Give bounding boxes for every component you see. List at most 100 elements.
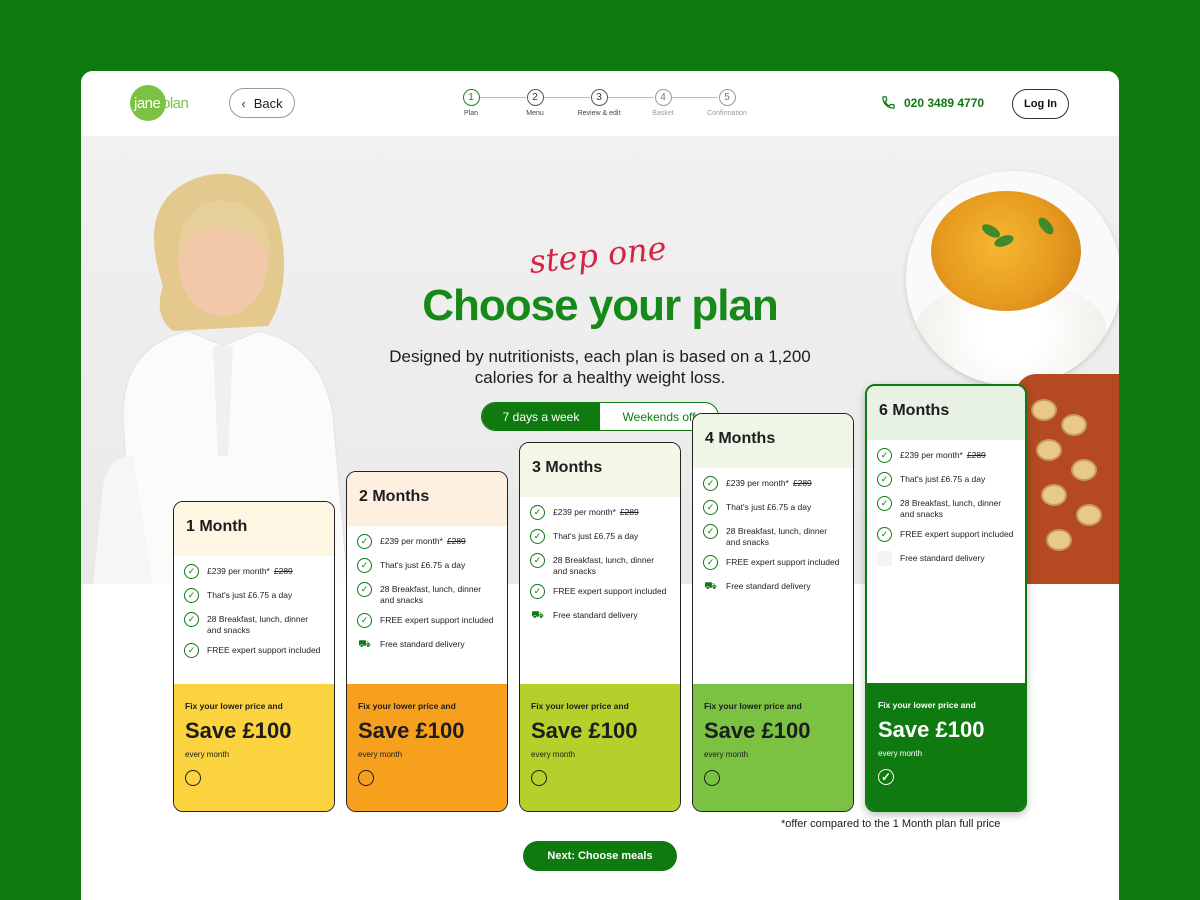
plan-radio[interactable]	[185, 770, 201, 786]
plan-radio-selected[interactable]: ✓	[878, 769, 894, 785]
feature-text: That's just £6.75 a day	[380, 558, 465, 571]
back-button[interactable]: ‹ Back	[229, 88, 295, 118]
offer-lead: Fix your lower price and	[704, 701, 802, 711]
check-circle-icon: ✓	[530, 553, 545, 568]
delivery-truck-icon: ⛟	[358, 639, 371, 650]
cauliflower-shape	[1061, 414, 1087, 436]
offer-panel: Fix your lower price and Save £100 every m…	[867, 683, 1025, 810]
plan-radio[interactable]	[358, 770, 374, 786]
feature-label: 28 Breakfast, lunch, dinner and snacks	[726, 526, 828, 547]
feature-item: Free standard delivery	[877, 551, 1015, 568]
offer-lead: Fix your lower price and	[358, 701, 456, 711]
offer-frequency: every month	[185, 750, 230, 759]
plan-features: ✓ £239 per month* £289 ✓ That's just £6.75 a…	[520, 497, 680, 625]
feature-label: 28 Breakfast, lunch, dinner and snacks	[380, 584, 482, 605]
offer-lead: Fix your lower price and	[185, 701, 283, 711]
plan-card[interactable]: 3 Months ✓ £239 per month* £289 ✓ That's just…	[519, 442, 681, 812]
page-title: Choose your plan	[422, 281, 779, 330]
feature-item: ✓ 28 Breakfast, lunch, dinner and snacks	[184, 612, 324, 636]
feature-label: Free standard delivery	[900, 553, 985, 563]
page-subtitle: Designed by nutritionists, each plan is …	[389, 347, 811, 387]
feature-label: FREE expert support included	[553, 586, 667, 596]
offer-save-amount: Save £100	[531, 718, 638, 743]
check-circle-icon: ✓	[877, 472, 892, 487]
plan-card[interactable]: 2 Months ✓ £239 per month* £289 ✓ That's just…	[346, 471, 508, 812]
plan-radio[interactable]	[531, 770, 547, 786]
check-circle-icon: ✓	[184, 612, 199, 627]
feature-label: That's just £6.75 a day	[726, 502, 812, 512]
offer-footnote: *offer compared to the 1 Month plan full…	[781, 818, 1001, 830]
offer-save-amount: Save £100	[704, 718, 811, 743]
check-circle-icon: ✓	[357, 558, 372, 573]
phone-link[interactable]: 020 3489 4770	[881, 95, 984, 110]
feature-text: FREE expert support included	[726, 555, 839, 568]
feature-text: £239 per month* £289	[553, 505, 639, 518]
logo-circle: jane	[130, 85, 166, 121]
logo-text-plan: plan	[162, 94, 189, 112]
plan-name: 4 Months	[693, 414, 853, 468]
login-button[interactable]: Log In	[1012, 89, 1069, 119]
janeplan-logo[interactable]: jane plan	[130, 85, 189, 121]
step-number: 4	[654, 89, 672, 106]
offer-panel: Fix your lower price and Save £100 every m…	[347, 684, 507, 811]
feature-item: ✓ FREE expert support included	[877, 527, 1015, 544]
feature-label: That's just £6.75 a day	[207, 590, 293, 600]
feature-item: ✓ £239 per month* £289	[530, 505, 670, 522]
feature-label: 28 Breakfast, lunch, dinner and snacks	[900, 498, 1002, 519]
step-one-script: step one	[527, 228, 669, 282]
feature-item: ✓ 28 Breakfast, lunch, dinner and snacks	[877, 496, 1015, 520]
plan-radio[interactable]	[704, 770, 720, 786]
cauliflower-shape	[1046, 529, 1072, 551]
plan-name: 3 Months	[520, 443, 680, 497]
toggle-7-days[interactable]: 7 days a week	[482, 403, 600, 430]
plan-card[interactable]: 4 Months ✓ £239 per month* £289 ✓ That's just…	[692, 413, 854, 812]
offer-lead: Fix your lower price and	[878, 700, 976, 710]
offer-lead: Fix your lower price and	[531, 701, 629, 711]
feature-label: 28 Breakfast, lunch, dinner and snacks	[207, 614, 309, 635]
feature-item: ✓ That's just £6.75 a day	[357, 558, 497, 575]
feature-item: ✓ £239 per month* £289	[877, 448, 1015, 465]
feature-text: That's just £6.75 a day	[553, 529, 638, 542]
check-circle-icon: ✓	[184, 588, 199, 603]
feature-text: Free standard delivery	[726, 579, 811, 592]
check-circle-icon: ✓	[530, 584, 545, 599]
chevron-left-icon: ‹	[241, 95, 246, 111]
check-circle-icon: ✓	[357, 582, 372, 597]
offer-frequency: every month	[531, 750, 576, 759]
original-price: £289	[446, 536, 466, 546]
feature-text: FREE expert support included	[900, 527, 1013, 540]
feature-text: £239 per month* £289	[726, 476, 812, 489]
feature-item: ✓ 28 Breakfast, lunch, dinner and snacks	[530, 553, 670, 577]
step-5[interactable]: 5 Confirmation	[687, 89, 767, 117]
feature-item: ✓ FREE expert support included	[703, 555, 843, 572]
plan-card[interactable]: 6 Months ✓ £239 per month* £289 ✓ That's just…	[865, 384, 1027, 812]
curry-plate-photo	[906, 171, 1119, 386]
check-circle-icon: ✓	[357, 613, 372, 628]
offer-frequency: every month	[704, 750, 749, 759]
feature-text: 28 Breakfast, lunch, dinner and snacks	[726, 524, 843, 548]
plan-card[interactable]: 1 Month ✓ £239 per month* £289 ✓ That's just …	[173, 501, 335, 812]
check-circle-icon: ✓	[184, 564, 199, 579]
step-number: 3	[590, 89, 608, 106]
feature-label: £239 per month*	[553, 507, 616, 517]
feature-label: £239 per month*	[380, 536, 443, 546]
plan-name: 2 Months	[347, 472, 507, 526]
feature-item: ✓ 28 Breakfast, lunch, dinner and snacks	[357, 582, 497, 606]
check-circle-icon: ✓	[184, 643, 199, 658]
schedule-toggle: 7 days a week Weekends off	[481, 402, 719, 431]
delivery-truck-icon: ⛟	[704, 581, 717, 592]
back-label: Back	[253, 95, 283, 111]
offer-frequency: every month	[878, 749, 923, 758]
feature-text: FREE expert support included	[380, 613, 493, 626]
check-circle-icon: ✓	[703, 500, 718, 515]
feature-item: ✓ FREE expert support included	[184, 643, 324, 660]
next-choose-meals-button[interactable]: Next: Choose meals	[523, 841, 677, 871]
check-circle-icon: ✓	[877, 448, 892, 463]
feature-label: Free standard delivery	[726, 581, 811, 591]
plan-features: ✓ £239 per month* £289 ✓ That's just £6.75 a…	[174, 556, 334, 660]
check-circle-icon: ✓	[530, 505, 545, 520]
feature-item: ✓ That's just £6.75 a day	[530, 529, 670, 546]
plan-features: ✓ £239 per month* £289 ✓ That's just £6.75 a…	[693, 468, 853, 596]
feature-text: 28 Breakfast, lunch, dinner and snacks	[380, 582, 497, 606]
feature-text: That's just £6.75 a day	[726, 500, 811, 513]
